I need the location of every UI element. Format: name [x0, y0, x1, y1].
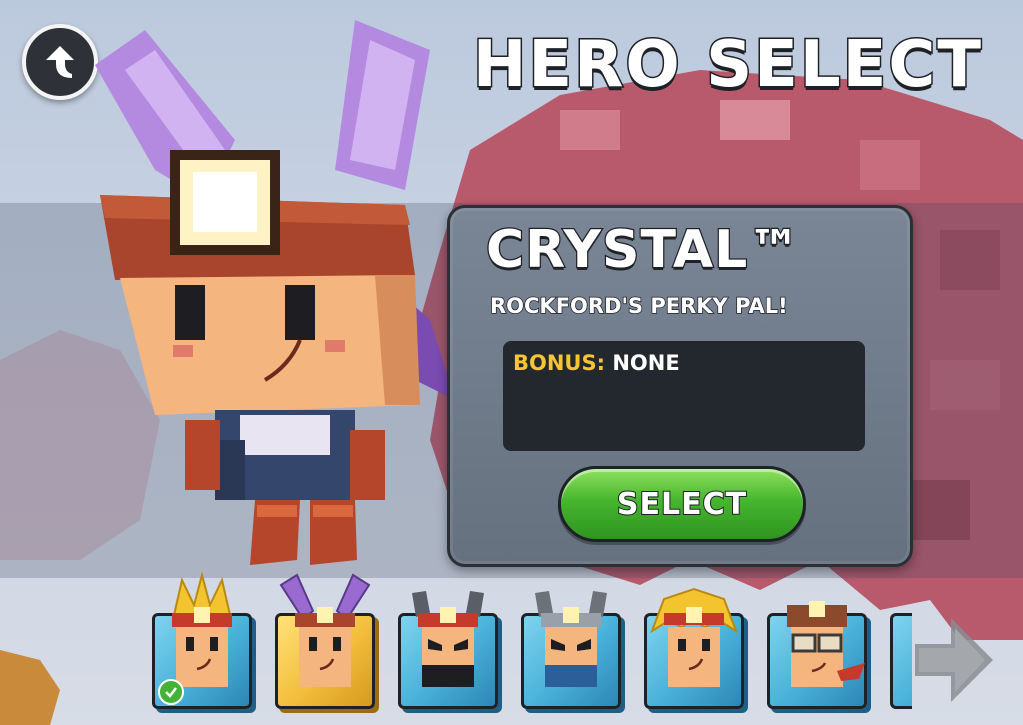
horned-blue-portrait-icon	[535, 591, 607, 687]
goggles-hero-portrait-icon	[787, 601, 865, 687]
back-arrow-icon	[46, 46, 74, 78]
roster-card-horned-blue[interactable]	[521, 591, 621, 709]
bonus-line: BONUS: NONE	[513, 351, 680, 375]
roster-card-goggles-hero[interactable]	[767, 601, 867, 709]
select-button-label: SELECT	[616, 486, 748, 523]
owned-check-icon	[158, 679, 184, 705]
bonus-value: NONE	[612, 351, 680, 375]
blonde-hero-portrait-icon	[650, 587, 738, 687]
roster-card-crown-hero[interactable]	[152, 571, 252, 709]
roster-card-crystal[interactable]	[275, 573, 375, 709]
hero-name: CRYSTAL™	[485, 219, 802, 282]
page-title: HERO SELECT	[471, 27, 983, 104]
roster-card-horned-red[interactable]	[398, 591, 498, 709]
bonus-label: BONUS:	[513, 351, 606, 375]
bonus-box: BONUS: NONE	[503, 341, 865, 451]
hero-info-panel: CRYSTAL™ ROCKFORD'S PERKY PAL! BONUS: NO…	[447, 205, 913, 567]
horned-red-portrait-icon	[412, 591, 484, 687]
crystal-portrait-icon	[279, 573, 371, 687]
hero-character-crystal	[95, 20, 455, 565]
hero-tagline: ROCKFORD'S PERKY PAL!	[489, 293, 788, 319]
roster-card-blonde-hero[interactable]	[644, 587, 744, 709]
select-button[interactable]: SELECT	[558, 466, 806, 542]
next-page-arrow-icon[interactable]	[905, 612, 997, 708]
